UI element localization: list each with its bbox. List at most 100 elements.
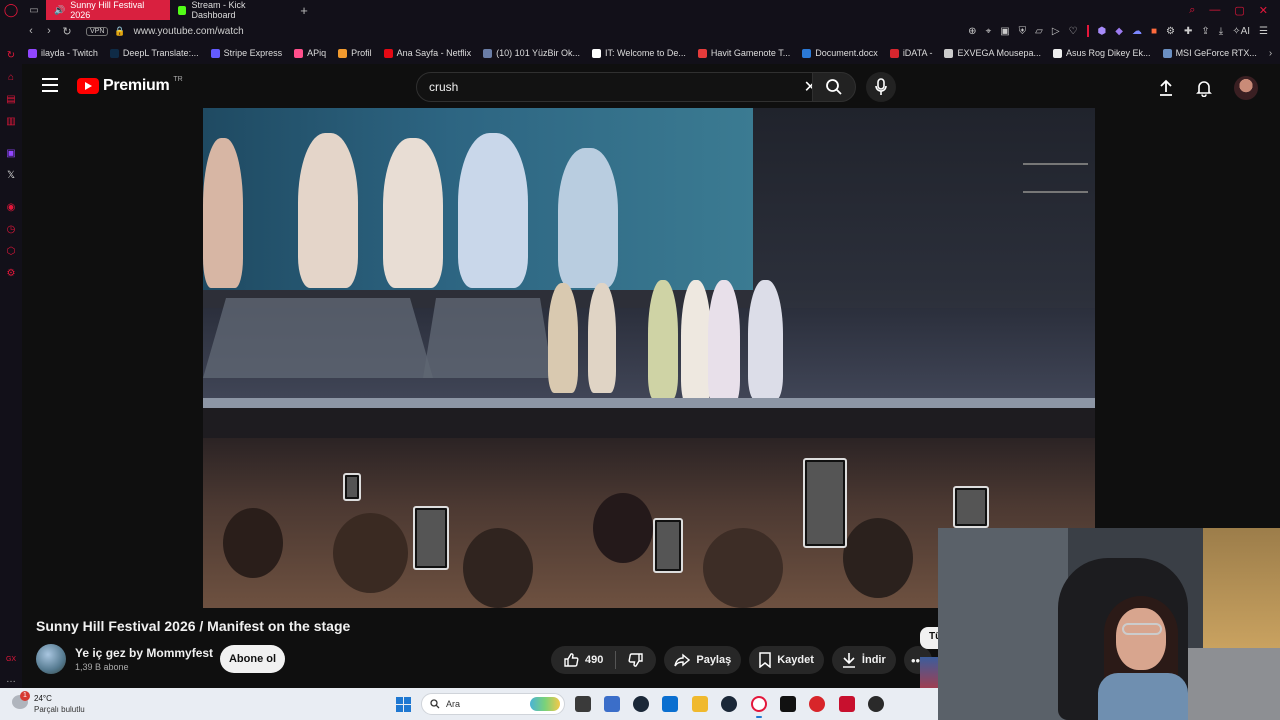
extensions-puzzle-icon[interactable]: ✚ (1184, 26, 1192, 37)
forward-button[interactable]: › (40, 25, 58, 37)
search-tabs-icon[interactable]: ⌕ (1189, 4, 1195, 17)
extensions-icon[interactable]: ⬡ (4, 244, 18, 258)
taskbar-search[interactable]: Ara (421, 693, 565, 715)
tab-kick[interactable]: Stream - Kick Dashboard (170, 0, 294, 20)
workspaces-icon[interactable]: ▭ (22, 0, 46, 20)
voice-search-button[interactable] (866, 72, 896, 102)
url-field[interactable]: www.youtube.com/watch (134, 26, 244, 37)
download-button[interactable]: İndir (831, 646, 896, 674)
search-button[interactable] (812, 72, 856, 102)
bookmark-item[interactable]: Asus Rog Dikey Ek... (1053, 48, 1151, 58)
speaker-icon[interactable]: 🔊 (54, 5, 65, 16)
filter-chip-all[interactable]: Tü (920, 627, 940, 649)
menu-icon[interactable] (42, 78, 58, 92)
more-icon[interactable]: … (4, 672, 18, 686)
bookmark-item[interactable]: (10) 101 YüzBir Ok... (483, 48, 580, 58)
player-icon[interactable]: ◉ (4, 200, 18, 214)
account-avatar[interactable] (1234, 76, 1258, 100)
bookmark-item[interactable]: Profil (338, 48, 372, 58)
heart-icon[interactable]: ♡ (1069, 26, 1078, 37)
phone (343, 473, 361, 501)
shield-icon[interactable]: ⛨ (1019, 26, 1027, 37)
bookmarks-overflow-icon[interactable]: › (1269, 48, 1280, 59)
reload-button[interactable]: ↻ (58, 25, 76, 38)
bookmark-favicon-icon (294, 48, 304, 58)
dislike-button[interactable] (616, 652, 656, 668)
snapshot-icon[interactable]: ▣ (1000, 26, 1009, 37)
subscribe-button[interactable]: Abone ol (220, 645, 285, 673)
bookmark-item[interactable]: Havit Gamenote T... (697, 48, 790, 58)
news-icon[interactable]: ▤ (4, 92, 18, 106)
app-icon[interactable] (809, 696, 825, 712)
discord-icon[interactable]: ☁ (1132, 26, 1142, 37)
extension-icon[interactable]: ■ (1151, 26, 1157, 37)
bookmark-page-icon[interactable]: ▱ (1035, 26, 1043, 37)
gx-control-icon[interactable]: ↻ (4, 48, 18, 62)
bookmark-item[interactable]: iDATA - (889, 48, 932, 58)
settings-icon[interactable]: ⚙ (4, 266, 18, 280)
channel-name[interactable]: Ye iç gez by Mommyfest (75, 646, 213, 660)
app-icon[interactable] (868, 696, 884, 712)
bookmark-item[interactable]: DeepL Translate:... (109, 48, 199, 58)
stage-performer (748, 280, 783, 400)
bookmark-item[interactable]: Stripe Express (210, 48, 282, 58)
gx-corner-icon[interactable]: ⌂ (4, 70, 18, 84)
bookmark-favicon-icon (697, 48, 707, 58)
bell-icon[interactable] (1196, 79, 1212, 97)
stage-performer (708, 280, 740, 405)
steam-icon[interactable] (721, 696, 737, 712)
valorant-icon[interactable] (839, 696, 855, 712)
share-icon[interactable]: ⇪ (1201, 26, 1209, 37)
extension-icon[interactable]: ◆ (1115, 26, 1123, 37)
bookmark-item[interactable]: Ana Sayfa - Netflix (383, 48, 471, 58)
history-icon[interactable]: ◷ (4, 222, 18, 236)
twitch-icon[interactable]: ▣ (4, 146, 18, 160)
windows-taskbar: 1 24°C Parçalı bulutlu Ara (0, 688, 938, 720)
explorer-icon[interactable] (604, 696, 620, 712)
extension-icon[interactable]: ⬢ (1098, 26, 1107, 37)
upload-icon[interactable] (1158, 79, 1174, 97)
minimize-button[interactable]: — (1209, 4, 1220, 17)
bookmark-favicon-icon (109, 48, 119, 58)
search-input[interactable] (429, 80, 769, 94)
share-button[interactable]: Paylaş (664, 646, 742, 674)
related-video-thumbnail[interactable] (920, 657, 940, 689)
weather-widget[interactable]: 1 24°C Parçalı bulutlu (12, 691, 102, 715)
player-icon[interactable]: ▷ (1052, 26, 1060, 37)
vpn-badge[interactable]: VPN (86, 26, 109, 36)
steam-icon[interactable] (633, 696, 649, 712)
menu-icon[interactable]: ☰ (1259, 26, 1268, 37)
maximize-button[interactable]: ▢ (1234, 4, 1244, 17)
like-button[interactable]: 490 (551, 652, 615, 668)
folder-icon[interactable] (692, 696, 708, 712)
bookmark-item[interactable]: Document.docx (802, 48, 878, 58)
new-tab-button[interactable]: + (294, 3, 314, 18)
download-icon[interactable]: ⤓ (1219, 26, 1223, 37)
start-button[interactable] (396, 697, 411, 712)
save-button[interactable]: Kaydet (749, 646, 824, 674)
settings-icon[interactable]: ⚙ (1166, 26, 1175, 37)
opera-gx-icon[interactable] (751, 696, 767, 712)
pin-icon[interactable]: ⌖ (986, 26, 992, 37)
ai-button[interactable]: ✧AI (1232, 26, 1250, 37)
bookmark-item[interactable]: IT: Welcome to De... (592, 48, 686, 58)
back-button[interactable]: ‹ (22, 25, 40, 37)
opera-logo-icon[interactable]: ◯ (0, 0, 22, 20)
bookmark-item[interactable]: APiq (294, 48, 326, 58)
streamer-face (1116, 608, 1166, 670)
youtube-logo[interactable]: Premium TR (77, 76, 183, 95)
photos-icon[interactable] (662, 696, 678, 712)
channel-avatar[interactable] (36, 644, 66, 674)
tab-youtube[interactable]: 🔊 Sunny Hill Festival 2026 (46, 0, 170, 20)
lock-icon[interactable]: 🔒 (114, 26, 125, 37)
bookmark-item[interactable]: EXVEGA Mousepa... (944, 48, 1041, 58)
x-icon[interactable]: 𝕏 (4, 168, 18, 182)
zoom-icon[interactable]: ⊕ (968, 26, 976, 37)
bookmark-item[interactable]: MSI GeForce RTX... (1162, 48, 1257, 58)
rockstar-icon[interactable] (780, 696, 796, 712)
bookmark-item[interactable]: ilayda - Twitch (28, 48, 98, 58)
cleaner-icon[interactable]: ▥ (4, 114, 18, 128)
close-window-button[interactable]: ✕ (1259, 4, 1268, 17)
task-view-icon[interactable] (575, 696, 591, 712)
gx-icon[interactable]: GX (4, 652, 18, 666)
